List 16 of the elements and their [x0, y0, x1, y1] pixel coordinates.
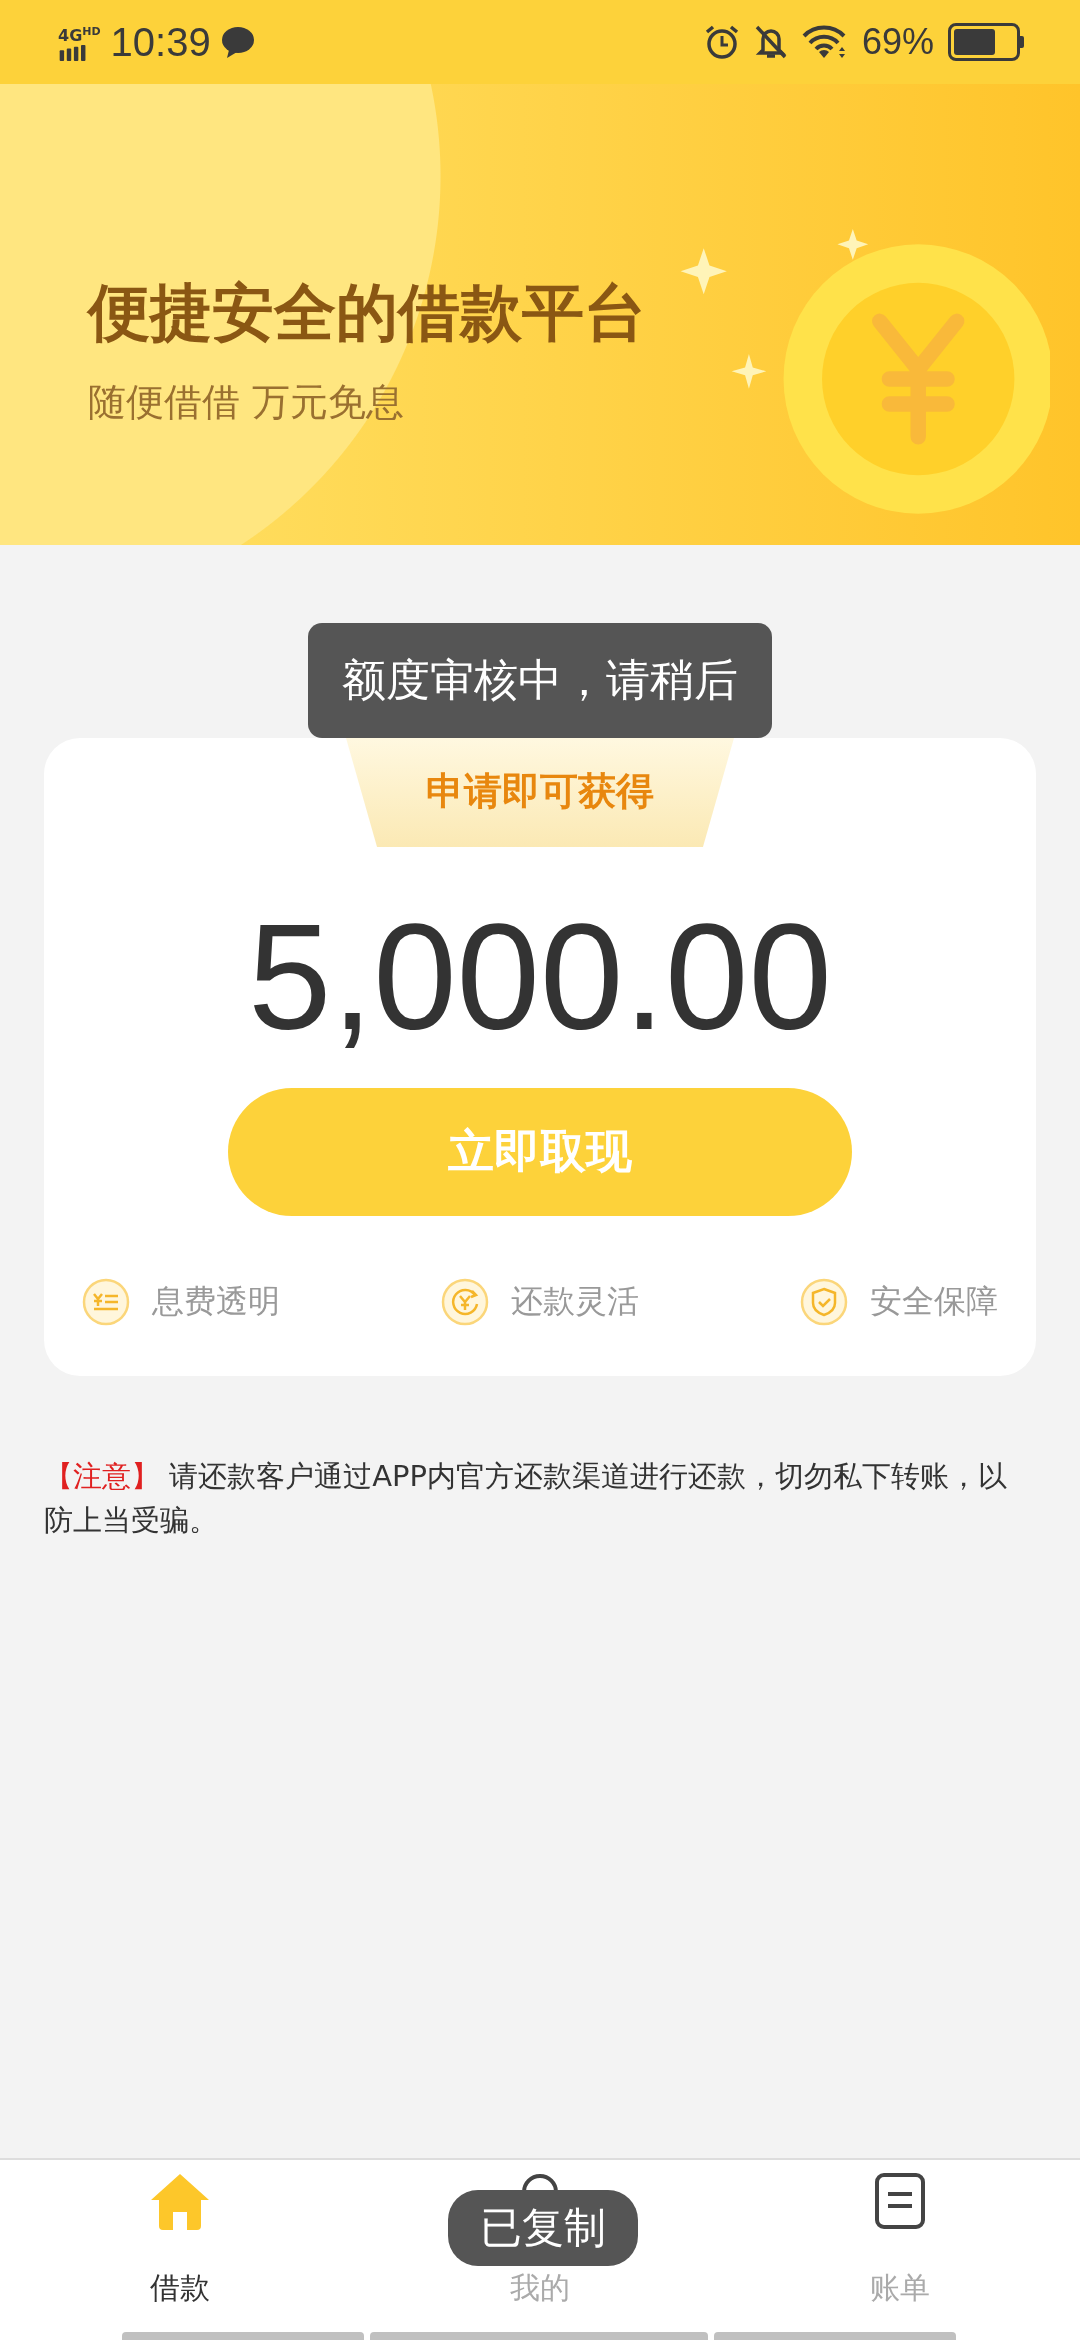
withdraw-button[interactable]: 立即取现 [228, 1088, 852, 1216]
clock-time: 10:39 [110, 19, 211, 65]
feature-label: 息费透明 [152, 1281, 280, 1322]
loan-amount: 5,000.00 [248, 895, 832, 1060]
banner-title: 便捷安全的借款平台 [88, 275, 646, 351]
notice-text: 【注意】 请还款客户通过APP内官方还款渠道进行还款，切勿私下转账，以防上当受骗。 [44, 1458, 1009, 1539]
tab-item[interactable]: 账单 [720, 2160, 1080, 2320]
feature-label: 安全保障 [870, 1281, 998, 1322]
offer-tag: 申请即可获得 [346, 738, 734, 847]
review-toast: 额度审核中，请稍后 [308, 623, 772, 738]
network-label: 4G$^{HD}$ [58, 23, 101, 46]
battery-percent: 69% [861, 21, 934, 63]
tab-item[interactable]: 借款 [0, 2160, 360, 2320]
banner-subtitle: 随便借借 万元免息 [88, 379, 406, 426]
copied-toast: 已复制 [448, 2190, 638, 2266]
feature-label: 还款灵活 [511, 1281, 639, 1322]
